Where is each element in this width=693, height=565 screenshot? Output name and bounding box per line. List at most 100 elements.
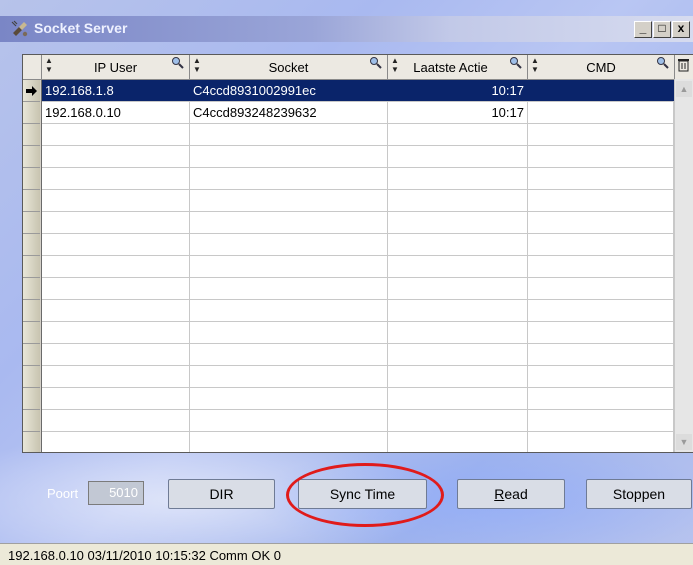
column-header-socket[interactable]: ▲ ▼ Socket — [190, 55, 388, 79]
table-cell-socket[interactable] — [190, 344, 388, 365]
table-cell-ip[interactable] — [42, 234, 190, 255]
table-row[interactable] — [42, 278, 674, 300]
table-cell-laatste-actie[interactable] — [388, 344, 528, 365]
table-cell-socket[interactable] — [190, 234, 388, 255]
table-cell-cmd[interactable] — [528, 124, 674, 145]
table-cell-cmd[interactable] — [528, 168, 674, 189]
table-cell-laatste-actie[interactable] — [388, 168, 528, 189]
table-cell-laatste-actie[interactable] — [388, 300, 528, 321]
row-selector[interactable] — [23, 80, 40, 102]
search-icon[interactable] — [656, 56, 670, 70]
table-row[interactable] — [42, 212, 674, 234]
row-selector[interactable] — [23, 388, 40, 410]
row-selector[interactable] — [23, 124, 40, 146]
table-cell-ip[interactable] — [42, 212, 190, 233]
row-selector[interactable] — [23, 190, 40, 212]
table-row[interactable] — [42, 146, 674, 168]
table-row[interactable]: 192.168.1.8 C4ccd8931002991ec 10:17 — [42, 80, 674, 102]
table-cell-ip[interactable] — [42, 190, 190, 211]
search-icon[interactable] — [369, 56, 383, 70]
table-cell-ip[interactable] — [42, 168, 190, 189]
row-selector[interactable] — [23, 212, 40, 234]
stop-button[interactable]: Stoppen — [586, 479, 692, 509]
table-row[interactable] — [42, 410, 674, 432]
table-cell-cmd[interactable] — [528, 410, 674, 431]
table-cell-cmd[interactable] — [528, 256, 674, 277]
table-row[interactable] — [42, 256, 674, 278]
table-cell-socket[interactable] — [190, 212, 388, 233]
table-cell-cmd[interactable] — [528, 102, 674, 123]
table-cell-laatste-actie[interactable]: 10:17 — [388, 102, 528, 123]
column-header-ip-user[interactable]: ▲ ▼ IP User — [42, 55, 190, 79]
column-header-cmd[interactable]: ▲ ▼ CMD — [528, 55, 675, 79]
row-selector[interactable] — [23, 146, 40, 168]
search-icon[interactable] — [509, 56, 523, 70]
row-selector[interactable] — [23, 322, 40, 344]
table-row[interactable] — [42, 124, 674, 146]
table-cell-cmd[interactable] — [528, 146, 674, 167]
dir-button[interactable]: DIR — [168, 479, 275, 509]
table-cell-laatste-actie[interactable] — [388, 278, 528, 299]
sync-time-button[interactable]: Sync Time — [298, 479, 427, 509]
row-selector[interactable] — [23, 432, 40, 452]
table-cell-socket[interactable] — [190, 410, 388, 431]
table-row[interactable] — [42, 322, 674, 344]
close-button[interactable]: x — [672, 21, 690, 38]
table-cell-laatste-actie[interactable] — [388, 234, 528, 255]
table-cell-cmd[interactable] — [528, 300, 674, 321]
row-selector[interactable] — [23, 366, 40, 388]
scroll-up-arrow-icon[interactable]: ▲ — [676, 81, 692, 97]
table-row[interactable] — [42, 344, 674, 366]
table-row[interactable] — [42, 300, 674, 322]
table-cell-ip[interactable] — [42, 300, 190, 321]
table-cell-socket[interactable] — [190, 432, 388, 452]
table-cell-socket[interactable] — [190, 366, 388, 387]
table-cell-ip[interactable]: 192.168.0.10 — [42, 102, 190, 123]
table-row[interactable]: 192.168.0.10 C4ccd893248239632 10:17 — [42, 102, 674, 124]
table-cell-ip[interactable] — [42, 366, 190, 387]
table-row[interactable] — [42, 190, 674, 212]
table-cell-cmd[interactable] — [528, 366, 674, 387]
row-selector[interactable] — [23, 410, 40, 432]
row-selector[interactable] — [23, 344, 40, 366]
table-cell-laatste-actie[interactable] — [388, 256, 528, 277]
row-selector[interactable] — [23, 102, 40, 124]
table-cell-socket[interactable] — [190, 300, 388, 321]
table-cell-socket[interactable] — [190, 124, 388, 145]
table-cell-socket[interactable]: C4ccd893248239632 — [190, 102, 388, 123]
table-cell-laatste-actie[interactable] — [388, 212, 528, 233]
table-row[interactable] — [42, 366, 674, 388]
table-cell-socket[interactable] — [190, 146, 388, 167]
row-selector[interactable] — [23, 278, 40, 300]
port-input[interactable]: 5010 — [88, 481, 144, 505]
table-cell-ip[interactable]: 192.168.1.8 — [42, 80, 190, 101]
table-cell-cmd[interactable] — [528, 388, 674, 409]
table-cell-ip[interactable] — [42, 410, 190, 431]
table-cell-ip[interactable] — [42, 432, 190, 452]
vertical-scrollbar[interactable]: ▲ ▼ — [674, 79, 693, 452]
table-row[interactable] — [42, 432, 674, 452]
column-header-laatste-actie[interactable]: ▲ ▼ Laatste Actie — [388, 55, 528, 79]
table-cell-cmd[interactable] — [528, 322, 674, 343]
table-cell-ip[interactable] — [42, 344, 190, 365]
table-cell-laatste-actie[interactable]: 10:17 — [388, 80, 528, 101]
table-cell-socket[interactable] — [190, 322, 388, 343]
table-cell-laatste-actie[interactable] — [388, 146, 528, 167]
table-cell-ip[interactable] — [42, 322, 190, 343]
maximize-button[interactable]: □ — [653, 21, 671, 38]
table-cell-socket[interactable]: C4ccd8931002991ec — [190, 80, 388, 101]
table-cell-cmd[interactable] — [528, 212, 674, 233]
table-cell-ip[interactable] — [42, 124, 190, 145]
search-icon[interactable] — [171, 56, 185, 70]
column-chooser-button[interactable] — [675, 55, 692, 79]
table-cell-laatste-actie[interactable] — [388, 388, 528, 409]
table-cell-cmd[interactable] — [528, 344, 674, 365]
table-cell-laatste-actie[interactable] — [388, 410, 528, 431]
table-cell-cmd[interactable] — [528, 278, 674, 299]
table-cell-laatste-actie[interactable] — [388, 366, 528, 387]
read-button[interactable]: Read — [457, 479, 565, 509]
row-selector[interactable] — [23, 256, 40, 278]
title-bar[interactable]: Socket Server _ □ x — [0, 16, 693, 42]
table-cell-ip[interactable] — [42, 146, 190, 167]
table-cell-ip[interactable] — [42, 388, 190, 409]
